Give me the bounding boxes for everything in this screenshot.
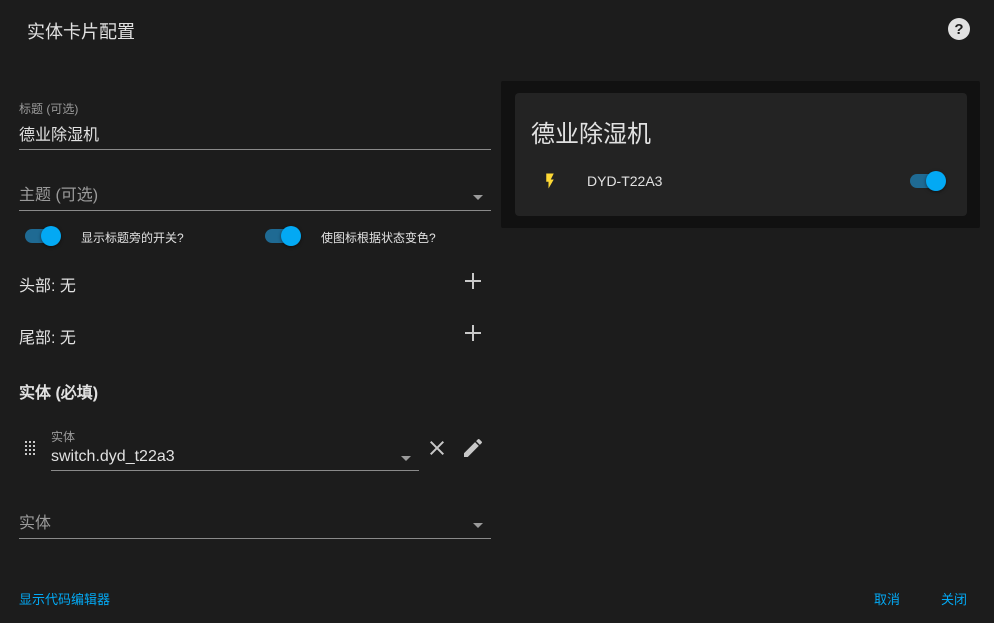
chevron-down-icon[interactable] <box>401 456 411 461</box>
title-field-value[interactable]: 德业除湿机 <box>19 121 491 149</box>
dialog-title: 实体卡片配置 <box>27 22 135 42</box>
toggle-thumb <box>41 226 61 246</box>
add-footer-plus-icon[interactable] <box>464 324 482 342</box>
entity-picker-label: 实体 <box>51 430 76 444</box>
add-header-plus-icon[interactable] <box>464 272 482 290</box>
entity-picker-value[interactable]: switch.dyd_t22a3 <box>51 448 419 470</box>
title-field[interactable]: 标题 (可选) 德业除湿机 <box>19 100 491 150</box>
card-title: 德业除湿机 <box>531 121 651 148</box>
chevron-down-icon <box>473 195 483 200</box>
entity-row-toggle[interactable] <box>910 170 946 191</box>
state-color-toggle-label: 使图标根据状态变色? <box>321 231 436 245</box>
entities-title: 实体 (必填) <box>19 385 99 402</box>
close-button[interactable]: 关闭 <box>941 589 967 608</box>
entity-row-name[interactable]: DYD-T22A3 <box>587 173 662 189</box>
drag-handle-icon[interactable] <box>25 441 37 455</box>
toggle-thumb <box>926 171 946 191</box>
flash-icon[interactable] <box>541 170 559 192</box>
header-section-label: 头部: 无 <box>19 278 76 295</box>
header-toggle-switch[interactable] <box>25 225 61 246</box>
footer-section-label: 尾部: 无 <box>19 330 76 347</box>
pencil-icon[interactable] <box>461 436 485 460</box>
chevron-down-icon <box>473 523 483 528</box>
entities-card-preview <box>515 93 967 216</box>
close-icon[interactable] <box>425 436 449 460</box>
title-field-label: 标题 (可选) <box>19 102 79 116</box>
help-icon[interactable]: ? <box>948 18 970 40</box>
toggle-thumb <box>281 226 301 246</box>
cancel-button[interactable]: 取消 <box>874 589 900 608</box>
new-entity-select[interactable]: 实体 <box>19 509 491 539</box>
theme-select[interactable]: 主题 (可选) <box>19 181 491 211</box>
header-toggle-label: 显示标题旁的开关? <box>81 231 184 245</box>
new-entity-placeholder: 实体 <box>19 515 52 532</box>
entity-picker[interactable]: 实体 switch.dyd_t22a3 <box>51 428 419 471</box>
theme-select-placeholder: 主题 (可选) <box>19 187 99 204</box>
show-code-editor-button[interactable]: 显示代码编辑器 <box>19 589 110 608</box>
state-color-toggle-switch[interactable] <box>265 225 301 246</box>
